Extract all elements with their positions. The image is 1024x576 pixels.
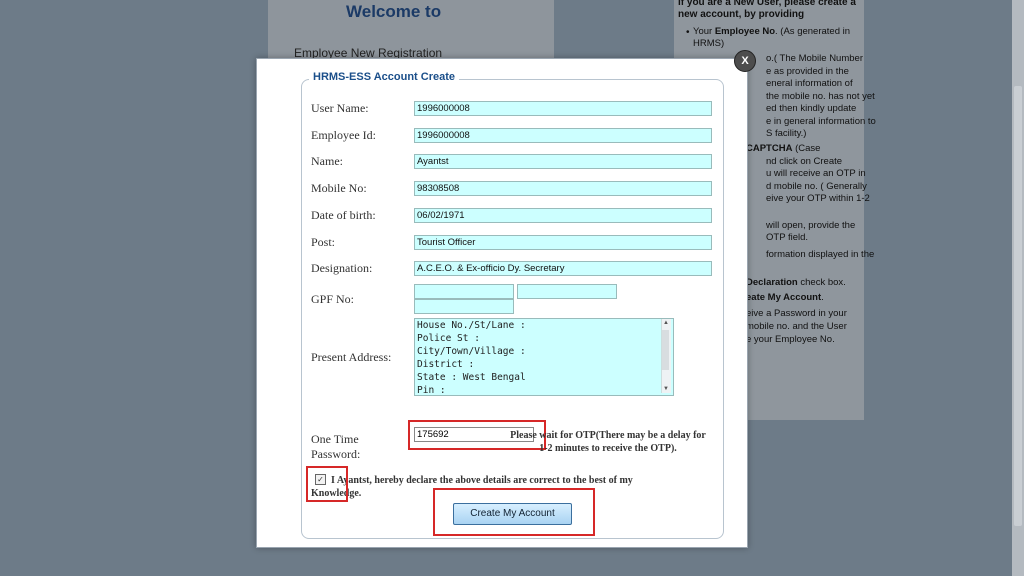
user-name-input[interactable]: 1996000008 xyxy=(414,101,712,116)
instruction-line: eive a Password in your xyxy=(746,308,847,320)
otp-label-line1: One Time xyxy=(311,432,359,446)
scroll-up-arrow-icon[interactable]: ▲ xyxy=(663,320,669,326)
address-line: District : xyxy=(417,359,475,370)
instruction-line: S facility.) xyxy=(766,128,806,140)
instruction-text: ed then kindly update xyxy=(766,103,857,114)
instruction-line: u will receive an OTP in xyxy=(766,168,866,180)
mobile-label: Mobile No: xyxy=(311,181,367,195)
designation-label: Designation: xyxy=(311,261,373,275)
instruction-text: eneral information of xyxy=(766,78,853,89)
instruction-line: e in general information to xyxy=(766,116,876,128)
instruction-text: nd click on Create xyxy=(766,156,843,167)
instruction-line: d mobile no. ( Generally xyxy=(766,181,867,193)
instruction-text: the mobile no. has not yet xyxy=(766,91,875,102)
instructions-heading: If you are a New User, please create a n… xyxy=(678,0,856,20)
button-highlight xyxy=(433,488,595,536)
instruction-line: ed then kindly update xyxy=(766,103,856,115)
name-label: Name: xyxy=(311,154,343,168)
instruction-text: OTP field. xyxy=(766,232,809,243)
employee-id-input[interactable]: 1996000008 xyxy=(414,128,712,143)
instruction-text: will open, provide the xyxy=(766,220,856,231)
instruction-line: formation displayed in the xyxy=(766,249,874,261)
otp-label-line2: Password: xyxy=(311,447,361,461)
instruction-emphasis: Employee No xyxy=(714,26,776,37)
instruction-line: nd click on Create xyxy=(766,156,842,168)
instruction-text: d mobile no. ( Generally xyxy=(766,181,867,192)
instruction-line: Declaration check box. xyxy=(746,277,846,289)
welcome-heading: Welcome to xyxy=(346,2,442,21)
instruction-text: e as provided in the xyxy=(766,66,849,77)
bullet-icon: • xyxy=(686,27,690,38)
instruction-line: e as provided in the xyxy=(766,66,849,78)
address-textarea[interactable]: House No./St/Lane : Police St : City/Tow… xyxy=(414,318,674,396)
close-dialog-button[interactable]: X xyxy=(734,50,756,72)
instruction-text: mobile no. and the User xyxy=(746,321,847,332)
gpf-label: GPF No: xyxy=(311,292,355,306)
instruction-line: eate My Account. xyxy=(746,292,824,304)
instruction-emphasis: eate My Account xyxy=(746,292,822,303)
instruction-line: the mobile no. has not yet xyxy=(766,91,875,103)
checkbox-highlight xyxy=(306,466,348,502)
address-line: State : West Bengal xyxy=(417,372,526,383)
instruction-text: Your xyxy=(693,26,715,37)
instruction-text: eive a Password in your xyxy=(746,308,847,319)
page-scroll-thumb[interactable] xyxy=(1014,86,1022,526)
instruction-line: Your Employee No. (As generated in xyxy=(693,26,850,38)
dob-input[interactable]: 06/02/1971 xyxy=(414,208,712,223)
post-input[interactable]: Tourist Officer xyxy=(414,235,712,250)
instruction-line: e your Employee No. xyxy=(746,334,835,346)
scroll-down-arrow-icon[interactable]: ▼ xyxy=(663,386,669,392)
gpf-input-2[interactable] xyxy=(517,284,617,299)
instruction-text: e your Employee No. xyxy=(746,334,835,345)
instruction-line: o.( The Mobile Number xyxy=(766,53,863,65)
instruction-text: S facility.) xyxy=(766,128,807,139)
instruction-text: (Case xyxy=(792,143,821,154)
address-scroll-thumb[interactable] xyxy=(662,330,669,370)
instruction-line: eive your OTP within 1-2 xyxy=(766,193,870,205)
instruction-line: OTP field. xyxy=(766,232,808,244)
instruction-text: formation displayed in the xyxy=(766,249,875,260)
instruction-text: check box. xyxy=(797,277,846,288)
otp-note: Please wait for OTP(There may be a delay… xyxy=(510,430,706,454)
address-label: Present Address: xyxy=(311,350,392,364)
instruction-text: eive your OTP within 1-2 xyxy=(766,193,870,204)
instruction-text: o.( The Mobile Number xyxy=(766,53,863,64)
instruction-text: HRMS) xyxy=(693,38,725,49)
instruction-line: eneral information of xyxy=(766,78,853,90)
instruction-text: . (As generated in xyxy=(775,26,851,37)
instruction-line: HRMS) xyxy=(693,38,724,50)
gpf-input-1[interactable] xyxy=(414,284,514,299)
address-line: House No./St/Lane : xyxy=(417,320,526,331)
gpf-input-3[interactable] xyxy=(414,299,514,314)
instruction-text: u will receive an OTP in xyxy=(766,168,866,179)
instruction-emphasis: CAPTCHA xyxy=(746,143,793,154)
instruction-emphasis: Declaration xyxy=(746,277,798,288)
instruction-line: will open, provide the xyxy=(766,220,855,232)
dialog-legend: HRMS-ESS Account Create xyxy=(309,71,460,83)
dob-label: Date of birth: xyxy=(311,208,376,222)
instruction-line: CAPTCHA (Case xyxy=(746,143,820,155)
address-line: Police St : xyxy=(417,333,480,344)
instruction-text: . xyxy=(821,292,824,303)
user-name-label: User Name: xyxy=(311,101,369,115)
name-input[interactable]: Ayantst xyxy=(414,154,712,169)
mobile-input[interactable]: 98308508 xyxy=(414,181,712,196)
designation-input[interactable]: A.C.E.O. & Ex-officio Dy. Secretary xyxy=(414,261,712,276)
instruction-line: mobile no. and the User xyxy=(746,321,847,333)
address-line: Pin : xyxy=(417,385,446,396)
instruction-text: e in general information to xyxy=(766,116,876,127)
employee-id-label: Employee Id: xyxy=(311,128,376,142)
post-label: Post: xyxy=(311,235,336,249)
address-line: City/Town/Village : xyxy=(417,346,526,357)
